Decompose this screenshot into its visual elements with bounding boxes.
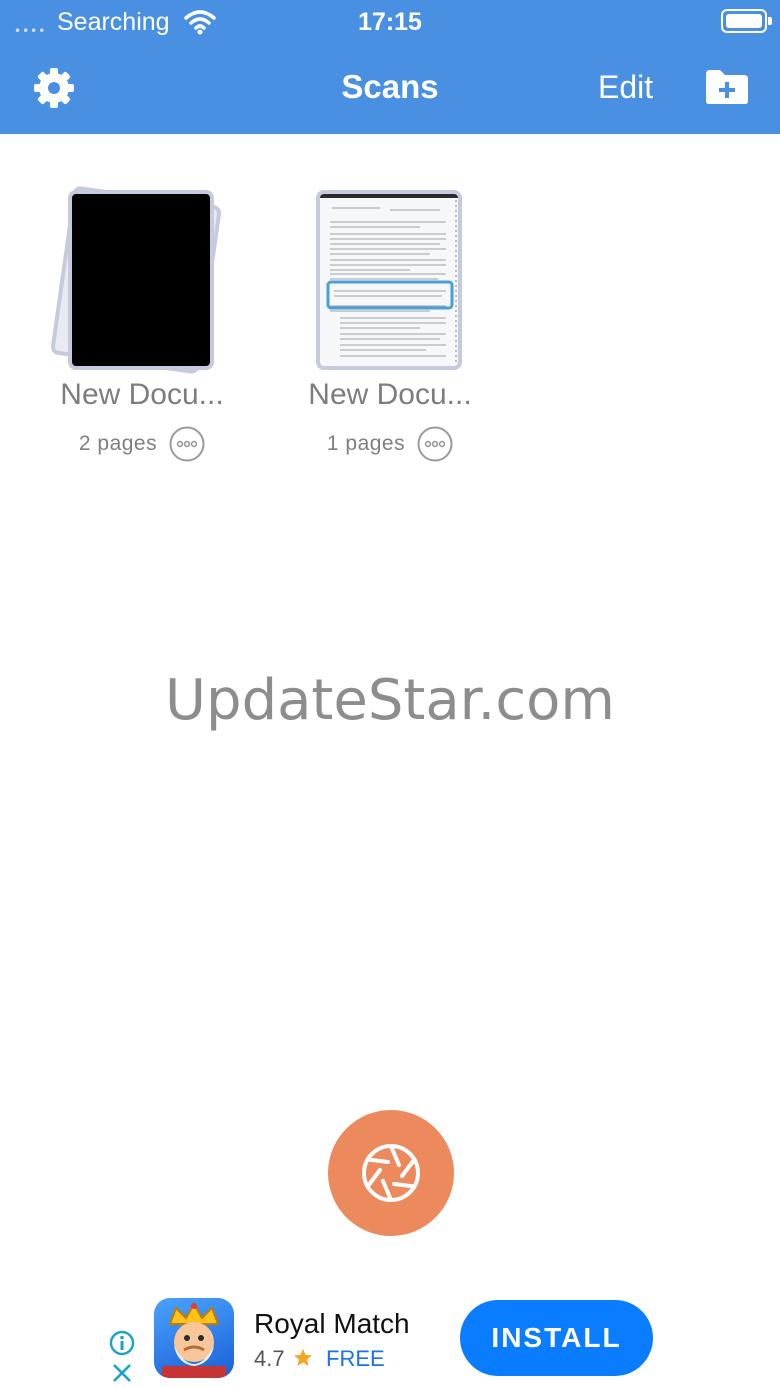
ad-rating: 4.7 [254,1346,285,1371]
scan-preview-text [316,190,462,370]
scanned-page-image [320,194,458,364]
info-icon[interactable] [109,1330,135,1356]
status-bar: •••• Searching 17:15 [0,0,780,44]
document-meta: 2 pages [42,426,242,462]
more-options-icon[interactable] [417,426,453,462]
scan-camera-button[interactable] [328,1110,454,1236]
ad-price: FREE [326,1346,385,1371]
page-title: Scans [341,68,439,105]
page-count: 2 pages [78,432,158,455]
document-thumbnail[interactable] [290,180,490,370]
document-title: New Docu... [308,378,472,411]
camera-aperture-icon [362,1144,420,1202]
document-thumbnail[interactable] [42,180,242,375]
page-count: 1 pages [326,432,406,455]
folder-add-icon[interactable] [704,68,750,106]
ad-banner[interactable]: Royal Match 4.7 FREE INSTALL [0,1290,780,1387]
more-options-icon[interactable] [169,426,205,462]
scan-preview-dark [68,190,214,370]
star-icon [294,1349,312,1366]
app-header: •••• Searching 17:15 Scans Edit [0,0,780,134]
close-icon[interactable] [111,1362,133,1384]
install-button[interactable]: INSTALL [460,1300,653,1376]
clock: 17:15 [358,8,422,36]
document-title: New Docu... [60,378,224,411]
ad-app-name: Royal Match [254,1308,410,1339]
battery-icon [721,9,772,33]
watermark: UpdateStar.com [165,668,615,733]
edit-button[interactable]: Edit [598,69,653,106]
document-card[interactable]: New Docu... 1 pages [290,180,490,462]
document-meta: 1 pages [290,426,490,462]
app-icon[interactable] [154,1298,234,1378]
document-card[interactable]: New Docu... 2 pages [42,180,242,462]
